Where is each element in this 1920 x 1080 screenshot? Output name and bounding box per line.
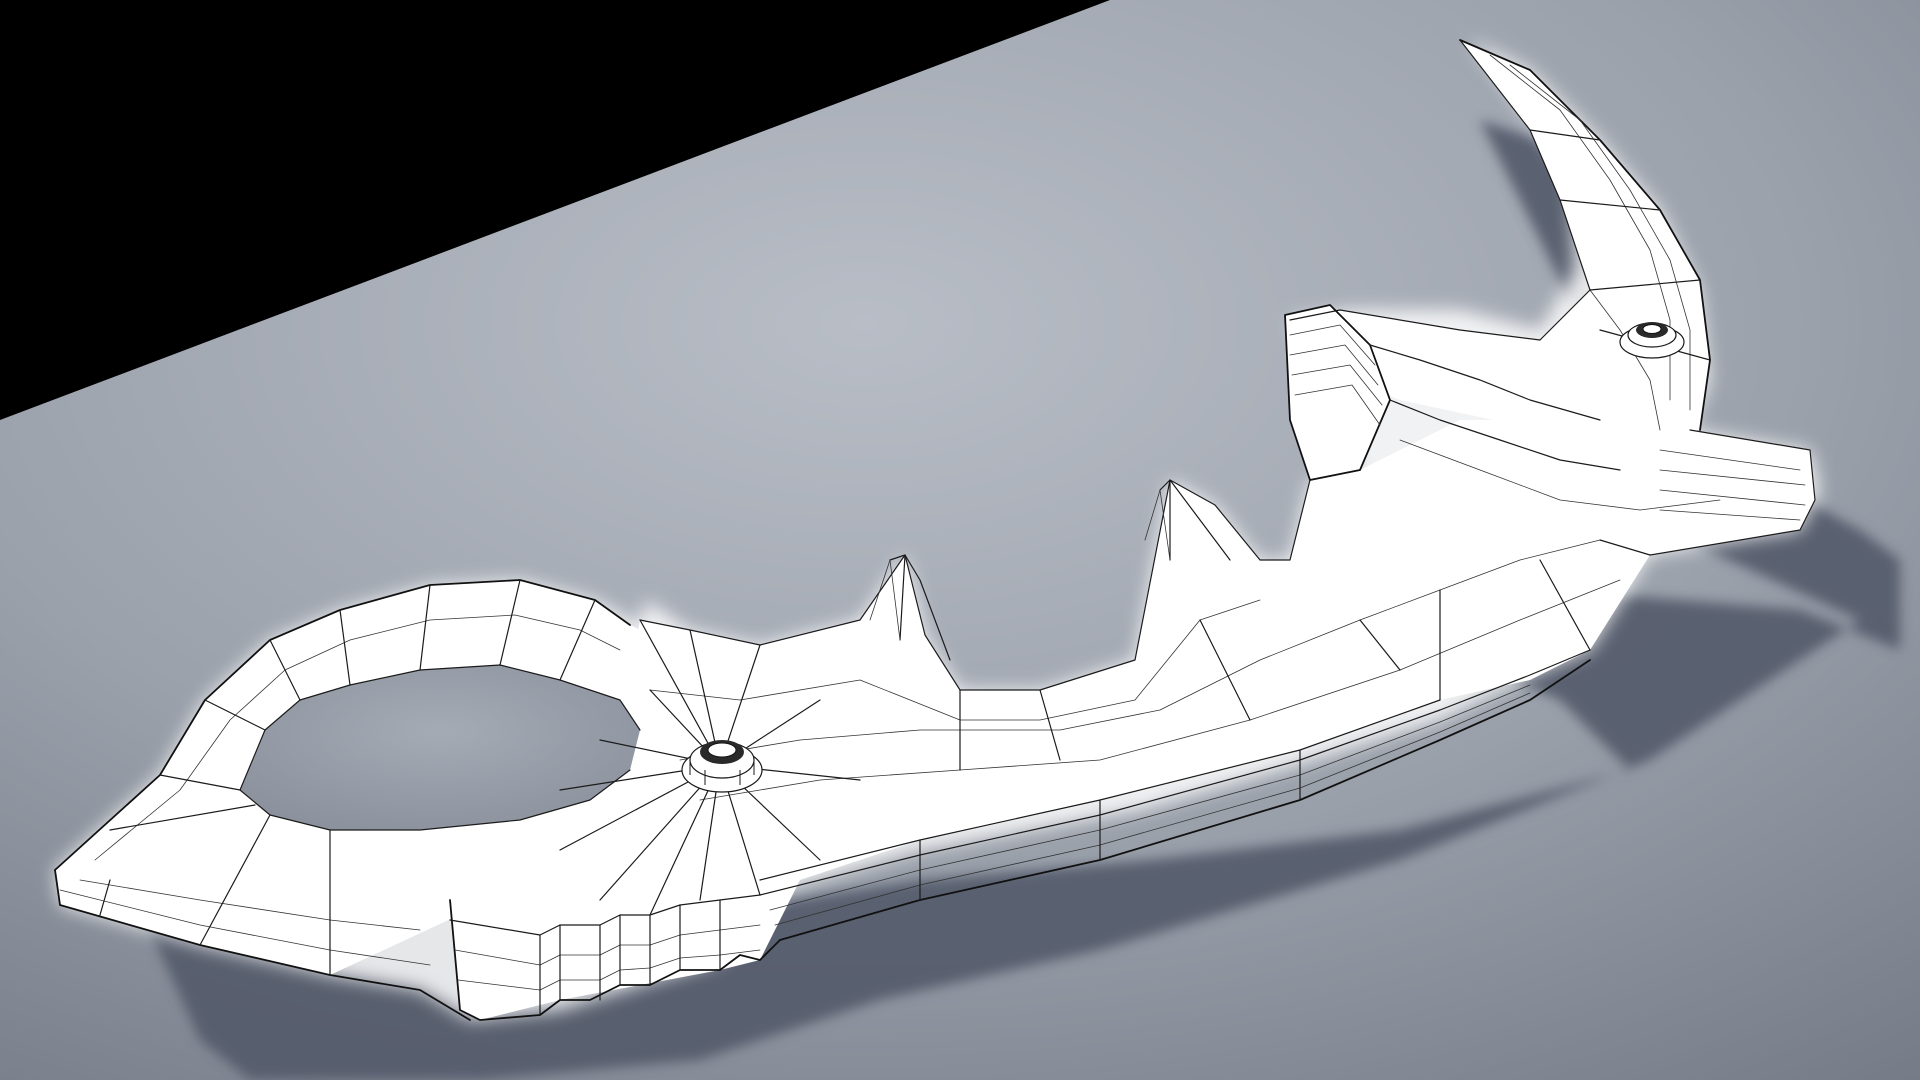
render-viewport	[0, 0, 1920, 1080]
scene-canvas	[0, 0, 1920, 1080]
